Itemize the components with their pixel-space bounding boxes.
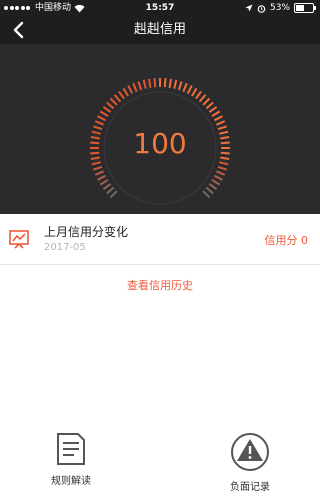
nav-bar: 赳赳信用 (0, 16, 320, 44)
gauge-tick (213, 115, 223, 122)
alarm-icon (257, 4, 266, 13)
gauge-tick (127, 85, 134, 95)
gauge-tick (202, 190, 211, 199)
gauge-tick (205, 101, 214, 110)
gauge-tick (137, 81, 143, 91)
gauge-tick (191, 87, 198, 97)
gauge-tick (219, 161, 229, 166)
gauge-tick (113, 94, 122, 103)
gauge-tick (216, 120, 226, 126)
gauge-tick (216, 170, 226, 176)
gauge-tick (173, 79, 178, 89)
battery-icon (294, 3, 316, 13)
gauge-tick (109, 97, 118, 106)
warning-icon (231, 433, 269, 471)
status-right: 53% (245, 0, 316, 16)
gauge-tick (168, 78, 172, 88)
gauge-tick (94, 120, 104, 126)
gauge-tick (213, 174, 223, 181)
gauge-tick (99, 110, 109, 117)
gauge-tick (217, 165, 227, 171)
gauge-tick (99, 179, 109, 186)
gauge-tick (195, 90, 202, 100)
gauge-tick (94, 170, 104, 176)
credit-gauge-panel: 100 (0, 44, 320, 214)
gauge-tick (91, 161, 101, 166)
gauge-tick (97, 174, 107, 181)
rules-label: 规则解读 (51, 476, 91, 487)
page-title: 赳赳信用 (133, 22, 186, 37)
gauge-tick (148, 78, 152, 88)
gauge-tick (198, 94, 207, 103)
chart-trend-icon (9, 230, 29, 249)
gauge-tick (97, 115, 107, 122)
negative-record-label: 负面记录 (230, 482, 270, 493)
credit-change-date: 2017-05 (44, 242, 86, 253)
gauge-tick (142, 79, 147, 89)
credit-change-score: 信用分 0 (264, 234, 309, 247)
gauge-tick (202, 97, 211, 106)
gauge-tick (182, 82, 188, 92)
gauge-tick (208, 106, 218, 113)
gauge-tick (163, 78, 167, 88)
gauge-tick (211, 179, 221, 186)
view-credit-history-link[interactable]: 查看信用历史 (0, 277, 320, 293)
gauge-tick (93, 165, 103, 171)
gauge-tick (177, 81, 183, 91)
gauge-tick (102, 106, 112, 113)
credit-change-row[interactable]: 上月信用分变化 2017-05 信用分 0 (0, 214, 320, 265)
gauge-tick (186, 85, 193, 95)
document-icon (57, 433, 85, 465)
gauge-tick (109, 190, 118, 199)
gauge-tick (118, 90, 125, 100)
gauge-tick (208, 183, 218, 190)
rules-button[interactable]: 规则解读 (31, 432, 111, 492)
gauge-tick (106, 186, 115, 195)
status-bar: 中国移动 15:57 53% (0, 0, 320, 16)
credit-change-title: 上月信用分变化 (44, 225, 129, 239)
negative-record-button[interactable]: 负面记录 (210, 432, 290, 493)
gauge-tick (153, 78, 157, 88)
gauge-tick (102, 183, 112, 190)
gauge-tick (132, 82, 138, 92)
gauge-tick (122, 87, 129, 97)
credit-score: 100 (133, 127, 187, 160)
gauge-tick (106, 101, 115, 110)
gauge-tick (211, 110, 221, 117)
location-icon (245, 4, 253, 12)
battery-percent: 53% (269, 3, 290, 13)
battery-fill (296, 5, 304, 11)
gauge-tick (205, 186, 214, 195)
